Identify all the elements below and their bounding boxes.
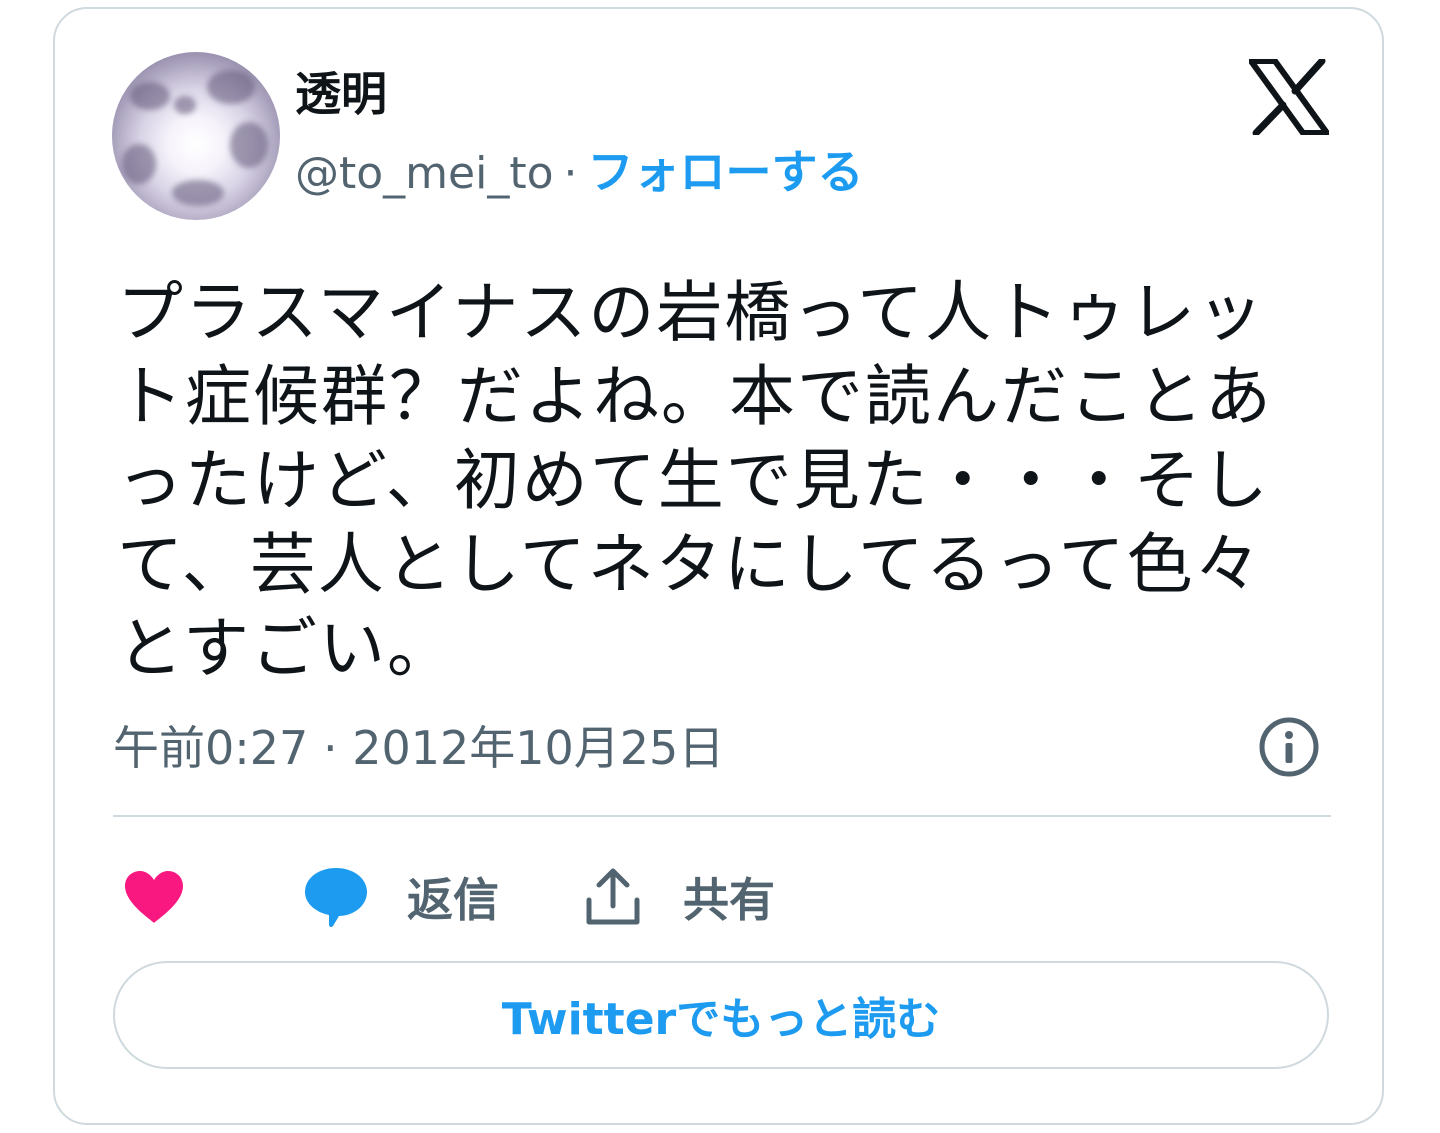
avatar[interactable] bbox=[112, 52, 280, 220]
reply-button[interactable]: 返信 bbox=[303, 857, 499, 937]
author-handle-row: @to_mei_to · フォローする bbox=[295, 149, 864, 196]
divider bbox=[113, 815, 1331, 817]
share-upload-icon bbox=[586, 868, 640, 925]
tweet-meta: 午前0:27 · 2012年10月25日 bbox=[113, 725, 724, 771]
reply-label: 返信 bbox=[407, 873, 499, 927]
author-handle[interactable]: @to_mei_to bbox=[295, 148, 554, 199]
tweet-text: プラスマイナスの岩橋って人トゥレット症候群？だよね。本で読んだことあったけど、初… bbox=[117, 274, 1273, 687]
share-label: 共有 bbox=[683, 873, 775, 927]
info-icon[interactable] bbox=[1258, 716, 1320, 778]
read-more-on-twitter-button[interactable]: Twitterでもっと読む bbox=[113, 961, 1329, 1069]
handle-separator: · bbox=[563, 148, 578, 199]
tweet-embed-card: 透明 @to_mei_to · フォローする プラスマイナスの岩橋って人トゥレット症… bbox=[53, 7, 1384, 1125]
tweet-time[interactable]: 午前0:27 bbox=[113, 721, 308, 775]
speech-bubble-icon bbox=[305, 868, 367, 928]
meta-separator: · bbox=[322, 721, 338, 775]
action-bar: 返信 共有 bbox=[113, 857, 1331, 937]
tweet-date[interactable]: 2012年10月25日 bbox=[352, 721, 724, 775]
x-logo-icon[interactable] bbox=[1249, 59, 1329, 135]
like-button[interactable] bbox=[123, 857, 185, 937]
follow-button[interactable]: フォローする bbox=[588, 145, 864, 199]
heart-icon bbox=[125, 871, 183, 923]
share-button[interactable]: 共有 bbox=[583, 857, 775, 937]
author-display-name[interactable]: 透明 bbox=[295, 71, 387, 117]
